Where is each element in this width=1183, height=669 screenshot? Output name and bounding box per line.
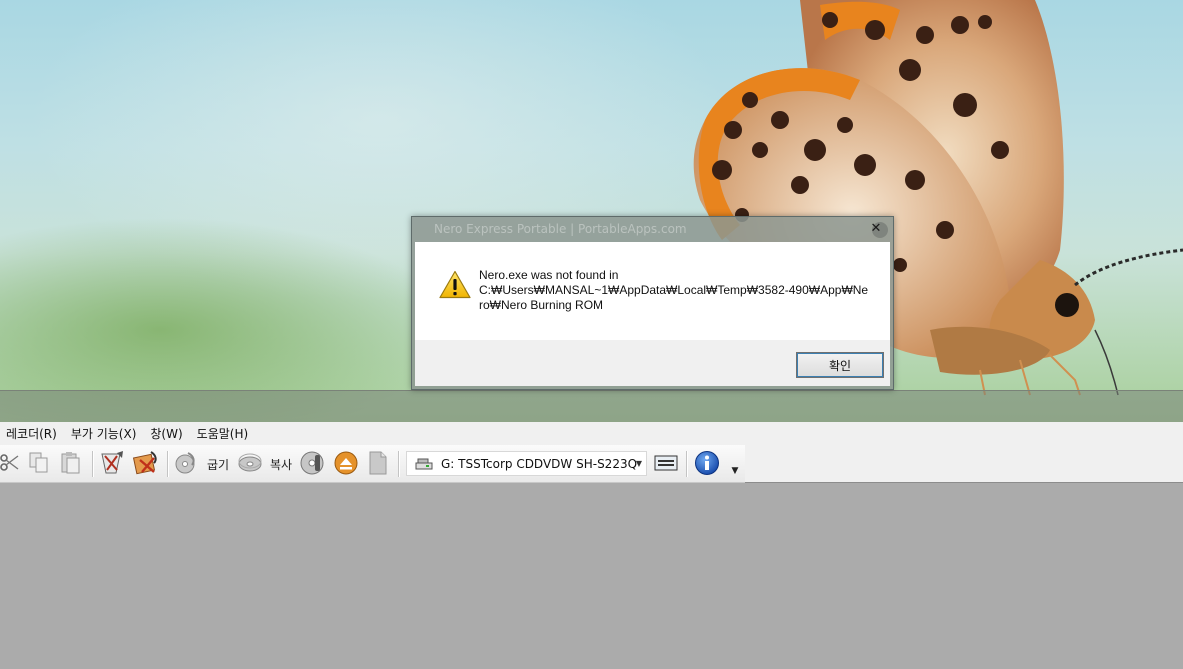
menu-recorder[interactable]: 레코더(R) xyxy=(0,425,65,442)
burn-compilation-icon[interactable] xyxy=(132,451,160,475)
eject-icon[interactable] xyxy=(333,451,359,475)
menu-help[interactable]: 도움말(H) xyxy=(191,425,257,442)
drive-options-icon[interactable] xyxy=(652,451,680,475)
toolbar-separator xyxy=(398,451,400,477)
dialog-message-line: Nero.exe was not found in xyxy=(479,268,619,282)
toolbar-separator xyxy=(92,451,94,477)
drive-select-value: G: TSSTcorp CDDVDW SH-S223Q xyxy=(441,456,638,471)
menu-bar: 레코더(R) 부가 기능(X) 창(W) 도움말(H) xyxy=(0,422,1183,446)
dialog-body: Nero.exe was not found in C:₩Users₩MANSA… xyxy=(415,242,890,340)
dialog-title: Nero Express Portable | PortableApps.com xyxy=(434,222,687,236)
dialog-footer: 확인 xyxy=(415,340,890,386)
drive-icon xyxy=(415,457,433,471)
drive-select[interactable]: G: TSSTcorp CDDVDW SH-S223Q ▼ xyxy=(406,451,647,476)
disc-info-icon[interactable] xyxy=(299,451,325,475)
menu-window[interactable]: 창(W) xyxy=(144,425,190,442)
burn-icon[interactable] xyxy=(174,451,198,475)
copy-disc-icon[interactable] xyxy=(237,451,263,475)
toolbar-separator xyxy=(167,451,169,477)
dialog-message: Nero.exe was not found in C:₩Users₩MANSA… xyxy=(479,268,869,313)
copy-label[interactable]: 복사 xyxy=(270,456,292,473)
toolbar-overflow-icon[interactable]: ▼ xyxy=(729,466,741,480)
toolbar-empty-area xyxy=(745,445,1183,483)
warning-icon xyxy=(439,270,471,302)
cut-icon[interactable] xyxy=(0,451,20,475)
dialog-titlebar[interactable]: Nero Express Portable | PortableApps.com… xyxy=(412,217,893,242)
blank-page-icon[interactable] xyxy=(366,451,390,475)
erase-disc-icon[interactable] xyxy=(99,451,125,475)
ok-button[interactable]: 확인 xyxy=(796,352,884,378)
close-icon[interactable]: ✕ xyxy=(867,220,885,238)
chevron-down-icon[interactable]: ▼ xyxy=(632,452,646,475)
error-dialog: Nero Express Portable | PortableApps.com… xyxy=(411,216,894,390)
info-icon[interactable] xyxy=(693,451,721,475)
dialog-message-path: C:₩Users₩MANSAL~1₩AppData₩Local₩Temp₩358… xyxy=(479,283,869,312)
copy-icon[interactable] xyxy=(27,451,51,475)
workspace-area xyxy=(0,483,1183,669)
burn-label[interactable]: 굽기 xyxy=(207,456,229,473)
toolbar-separator xyxy=(686,451,688,477)
wallpaper-shadow-strip xyxy=(0,390,1183,422)
paste-icon[interactable] xyxy=(59,451,83,475)
menu-extras[interactable]: 부가 기능(X) xyxy=(65,425,145,442)
